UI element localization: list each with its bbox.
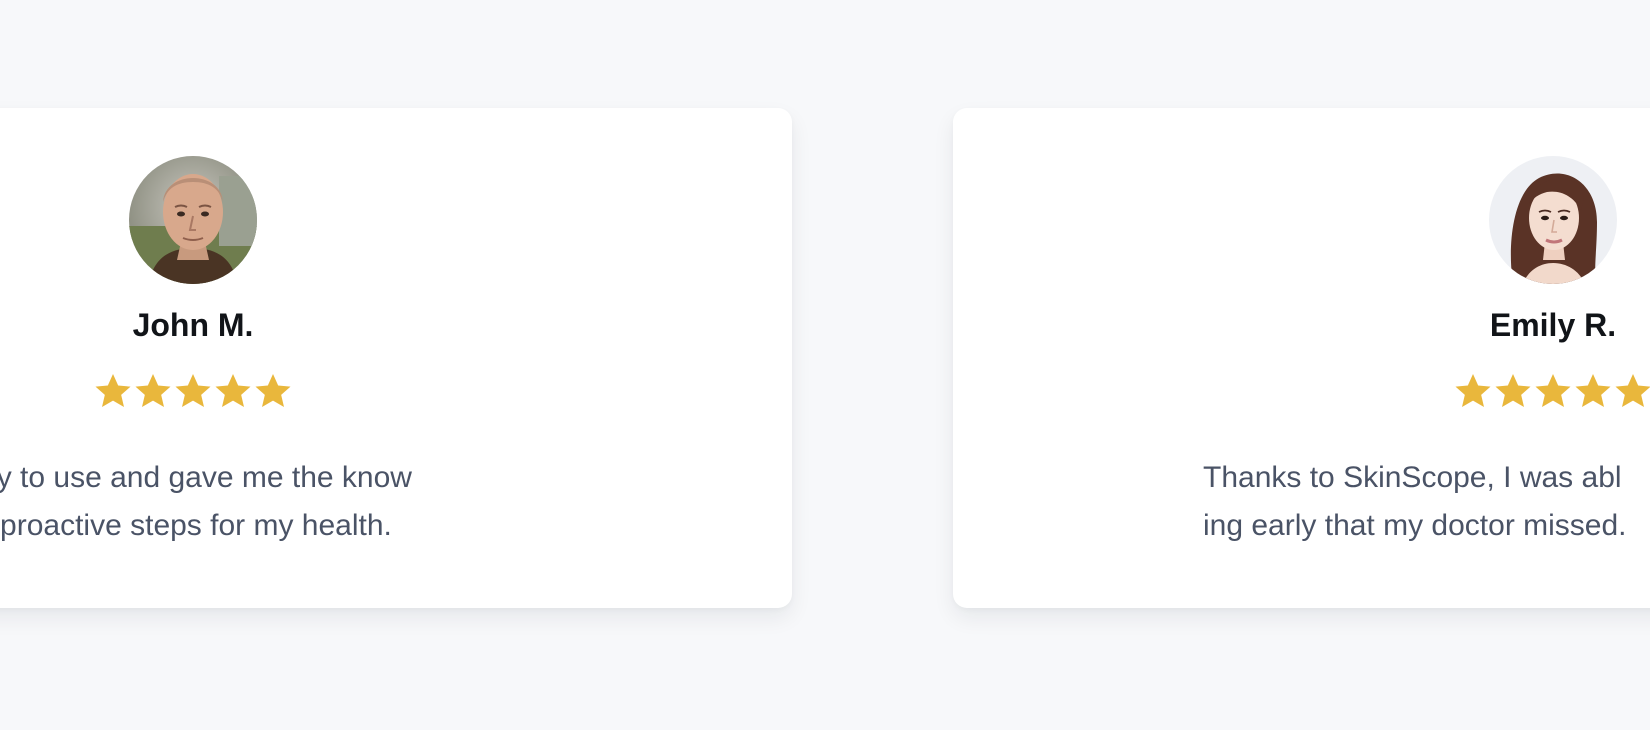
reviewer-name: John M.: [132, 307, 254, 343]
testimonial-quote: s easy to use and gave me the know take …: [0, 454, 412, 550]
avatar: [129, 156, 257, 284]
reviewer-name: Emily R.: [1489, 307, 1617, 343]
star-icon: [135, 374, 171, 407]
testimonial-card: Emily R. Thanks to SkinScope, I was abl …: [953, 108, 1650, 608]
star-icon: [1495, 374, 1531, 407]
star-rating: [1443, 369, 1650, 415]
avatar: [1489, 156, 1617, 284]
woman-portrait-icon: [1489, 156, 1617, 284]
testimonial-quote: Thanks to SkinScope, I was abl ing early…: [1203, 454, 1627, 550]
testimonial-card: John M. s easy to use and gave me the kn…: [0, 108, 792, 608]
quote-line: ing early that my doctor missed.: [1203, 509, 1627, 542]
quote-line: Thanks to SkinScope, I was abl: [1203, 461, 1622, 494]
star-icon: [215, 374, 251, 407]
star-icon: [1535, 374, 1571, 407]
testimonial-carousel: John M. s easy to use and gave me the kn…: [0, 0, 1650, 730]
star-icon: [175, 374, 211, 407]
star-icon: [1615, 374, 1650, 407]
man-portrait-icon: [129, 156, 257, 284]
star-rating: [83, 369, 303, 415]
quote-line: s easy to use and gave me the know: [0, 461, 412, 494]
quote-line: take proactive steps for my health.: [0, 509, 392, 542]
star-icon: [95, 374, 131, 407]
star-icon: [1575, 374, 1611, 407]
star-icon: [255, 374, 291, 407]
star-icon: [1455, 374, 1491, 407]
